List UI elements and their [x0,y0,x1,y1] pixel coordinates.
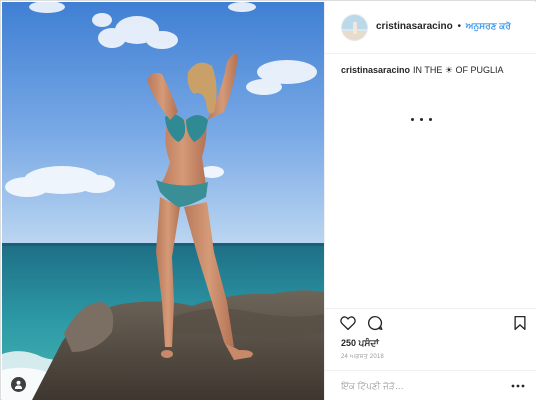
caption-username-link[interactable]: cristinasaracino [341,65,410,75]
post-date[interactable]: 24 ਅਗਸਤ 2018 [341,354,384,361]
comment-icon[interactable] [366,314,384,332]
heart-icon[interactable] [339,314,357,332]
more-options-icon[interactable] [511,383,525,389]
post-modal: cristinasaracino • ਅਨੁਸਰਣ ਕਰੋ cristinasa… [0,0,536,400]
likes-count[interactable]: 250 ਪਸੰਦਾਂ [341,338,379,349]
beach-photo [2,2,324,400]
username-link[interactable]: cristinasaracino [376,21,453,32]
comment-input[interactable] [341,379,491,393]
post-header: cristinasaracino • ਅਨੁਸਰਣ ਕਰੋ [325,2,536,54]
caption-text: IN THE ☀ OF PUGLIA [413,65,504,75]
bookmark-icon[interactable] [511,314,529,332]
post-photo[interactable] [2,2,324,400]
loading-dot [411,118,414,121]
header-text: cristinasaracino • ਅਨੁਸਰਣ ਕਰੋ [376,21,511,32]
avatar[interactable] [341,14,368,41]
divider [325,308,536,309]
user-tag-icon[interactable] [11,377,26,392]
post-details-panel: cristinasaracino • ਅਨੁਸਰਣ ਕਰੋ cristinasa… [324,2,536,400]
header-separator: • [457,21,462,32]
comments-loading-indicator [411,118,432,121]
post-caption: cristinasaracino IN THE ☀ OF PUGLIA [341,64,527,76]
loading-dot [420,118,423,121]
divider [325,370,536,371]
loading-dot [429,118,432,121]
follow-button[interactable]: ਅਨੁਸਰਣ ਕਰੋ [466,21,511,31]
